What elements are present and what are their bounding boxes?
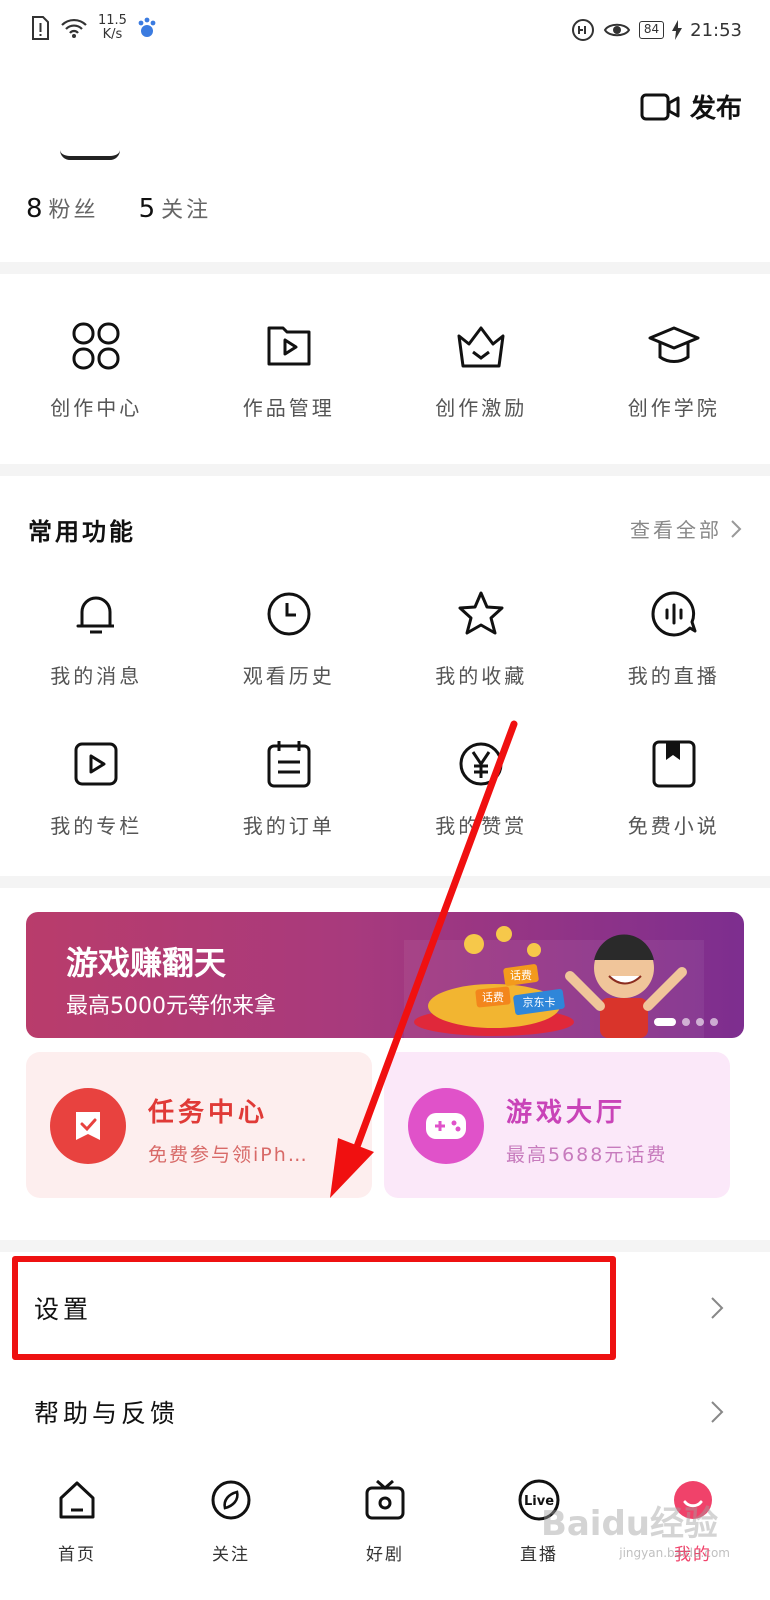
annotation-arrow <box>330 720 518 1198</box>
nav-follow[interactable]: 关注 <box>154 1464 308 1600</box>
watermark-url: jingyan.baidu.com <box>619 1546 730 1560</box>
home-icon <box>59 1481 95 1519</box>
nav-dramas[interactable]: 好剧 <box>308 1464 462 1600</box>
nav-home[interactable]: 首页 <box>0 1464 154 1600</box>
nav-home-label: 首页 <box>58 1545 96 1565</box>
nav-dramas-label: 好剧 <box>366 1545 404 1565</box>
watermark: Baidu经验 <box>540 1504 718 1544</box>
compass-icon <box>211 1480 251 1520</box>
tv-icon <box>365 1479 405 1520</box>
nav-follow-label: 关注 <box>212 1545 250 1565</box>
